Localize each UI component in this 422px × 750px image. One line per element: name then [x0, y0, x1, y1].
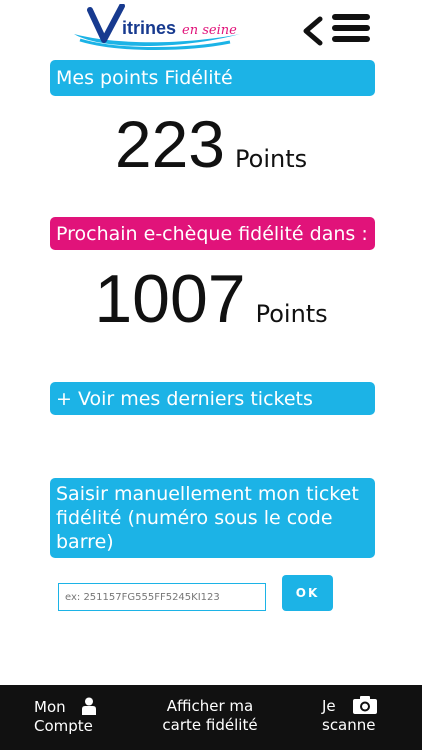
- loyalty-points-display: 223 Points: [0, 106, 422, 182]
- loyalty-points-unit: Points: [235, 145, 308, 173]
- nav-scan[interactable]: Je scanne: [322, 695, 378, 741]
- svg-text:en seine: en seine: [182, 23, 237, 38]
- manual-ticket-header: Saisir manuellement mon ticket fidélité …: [50, 478, 375, 558]
- view-tickets-label: + Voir mes derniers tickets: [56, 387, 313, 410]
- loyalty-points-value: 223: [114, 107, 226, 181]
- chevron-left-icon: [303, 16, 323, 46]
- view-tickets-button[interactable]: + Voir mes derniers tickets: [50, 382, 375, 415]
- app-header: itrines en seine: [0, 0, 422, 58]
- next-cheque-points-display: 1007 Points: [0, 260, 422, 338]
- next-cheque-header: Prochain e-chèque fidélité dans :: [50, 217, 375, 250]
- nav-card-line2: carte fidélité: [162, 716, 258, 734]
- nav-scan-line2: scanne: [322, 716, 376, 734]
- nav-account-line1: Mon: [34, 697, 97, 717]
- ok-button[interactable]: OK: [282, 575, 333, 611]
- ticket-number-input[interactable]: [58, 583, 266, 611]
- camera-icon: [353, 696, 378, 714]
- user-icon: [82, 697, 97, 715]
- manual-ticket-title: Saisir manuellement mon ticket fidélité …: [56, 483, 359, 553]
- nav-my-account[interactable]: Mon Compte: [34, 697, 97, 741]
- loyalty-points-header: Mes points Fidélité: [50, 60, 375, 96]
- nav-scan-line1: Je: [322, 695, 378, 716]
- loyalty-points-title: Mes points Fidélité: [56, 67, 233, 89]
- back-button[interactable]: [300, 16, 326, 46]
- next-cheque-points-unit: Points: [255, 300, 328, 328]
- vitrines-en-seine-logo: itrines en seine: [70, 4, 248, 52]
- next-cheque-points-value: 1007: [94, 261, 246, 337]
- bottom-navigation: Mon Compte Afficher ma carte fidélité Je…: [0, 685, 422, 750]
- nav-show-loyalty-card[interactable]: Afficher ma carte fidélité: [150, 697, 270, 741]
- svg-text:itrines: itrines: [122, 18, 176, 38]
- nav-account-line2: Compte: [34, 717, 93, 735]
- nav-card-line1: Afficher ma: [166, 697, 254, 715]
- next-cheque-title: Prochain e-chèque fidélité dans :: [56, 222, 368, 245]
- menu-button[interactable]: [332, 14, 372, 46]
- hamburger-menu-icon: [332, 14, 370, 20]
